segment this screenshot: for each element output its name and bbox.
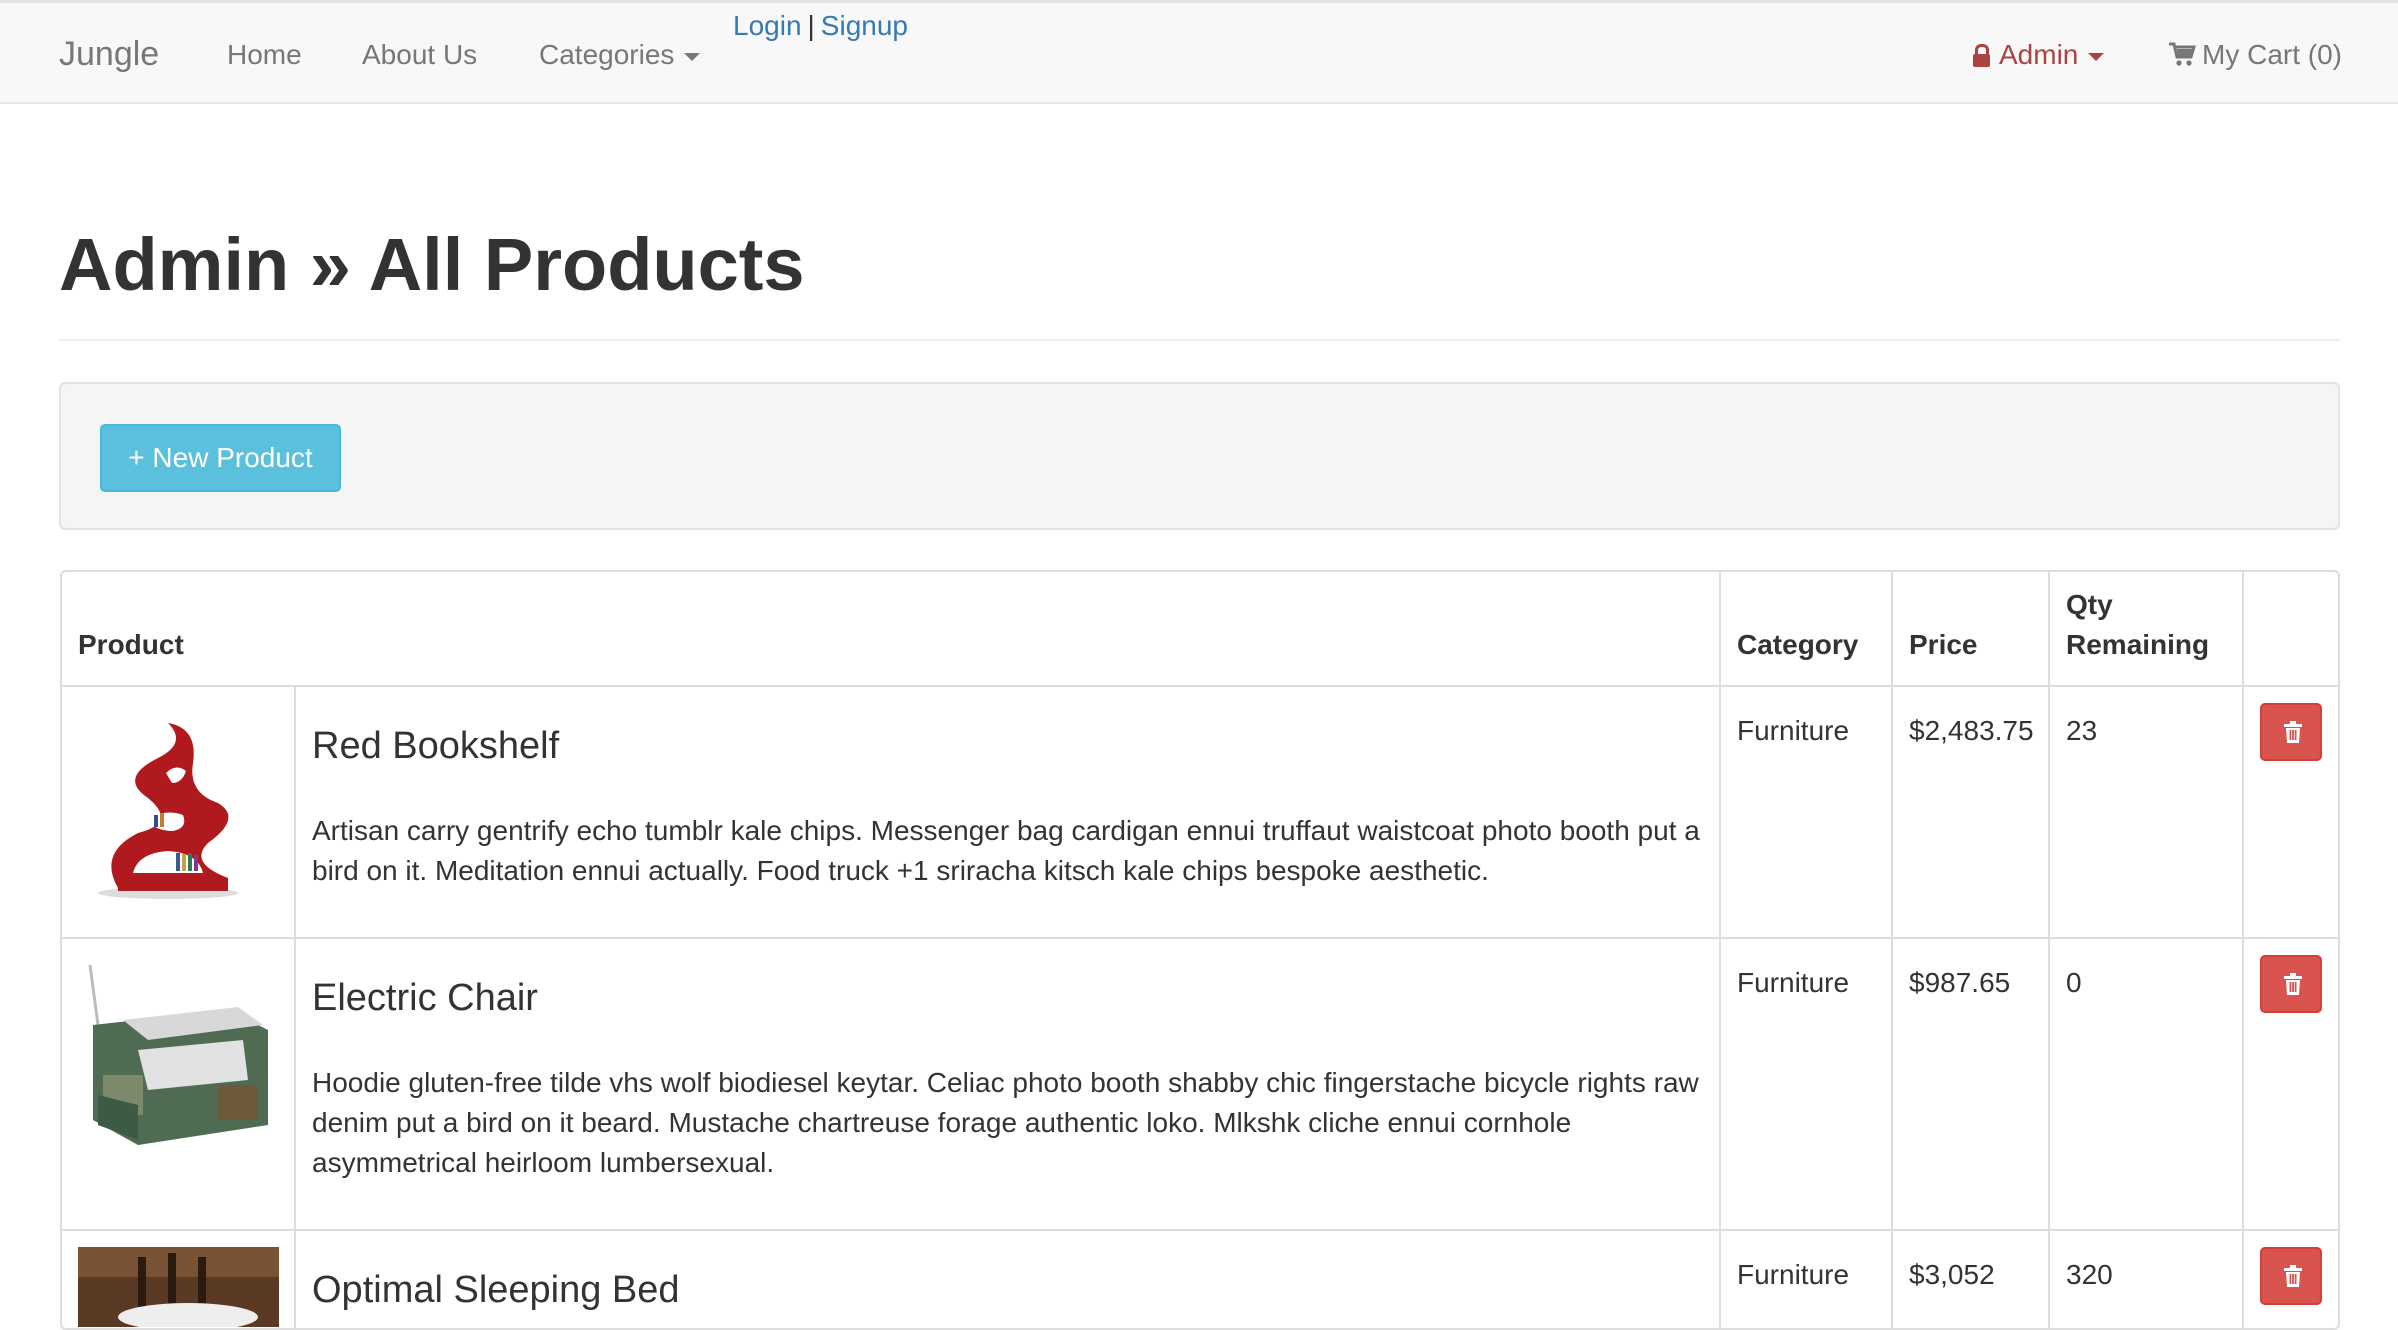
brand-logo-link[interactable]: Jungle	[59, 35, 159, 74]
login-link[interactable]: Login	[733, 10, 802, 41]
trash-icon	[2284, 973, 2302, 995]
product-actions-cell	[2242, 1229, 2338, 1328]
caret-down-icon	[2088, 52, 2105, 61]
product-price: $3,052	[1891, 1229, 2050, 1328]
nav-home-link[interactable]: Home	[227, 39, 302, 71]
product-info-cell: Electric Chair Hoodie gluten-free tilde …	[294, 937, 1721, 1231]
products-table: Product Category Price Qty Remaining Red…	[62, 572, 2338, 1328]
shopping-cart-icon	[2169, 42, 2196, 66]
product-name[interactable]: Optimal Sleeping Bed	[312, 1265, 1703, 1315]
product-actions-cell	[2242, 937, 2338, 1231]
product-description: Artisan carry gentrify echo tumblr kale …	[312, 815, 1700, 886]
electric-chair-thumbnail	[78, 955, 279, 1156]
page-title: Admin » All Products	[59, 223, 805, 306]
product-info-cell: Red Bookshelf Artisan carry gentrify ech…	[294, 685, 1721, 939]
lock-icon	[1973, 44, 1990, 67]
product-image-cell	[62, 1229, 296, 1328]
my-cart-label: My Cart (0)	[2202, 39, 2342, 70]
product-price: $2,483.75	[1891, 685, 2050, 939]
red-bookshelf-thumbnail	[78, 703, 279, 904]
header-price: Price	[1891, 572, 2050, 687]
nav-categories-dropdown[interactable]: Categories	[539, 39, 701, 71]
delete-product-button[interactable]	[2260, 703, 2322, 761]
products-table-container: Product Category Price Qty Remaining Red…	[60, 570, 2340, 1330]
actions-well: + New Product	[59, 382, 2340, 530]
sleeping-bed-thumbnail	[78, 1247, 279, 1327]
table-row: Electric Chair Hoodie gluten-free tilde …	[62, 937, 2338, 1231]
header-actions	[2242, 572, 2338, 687]
auth-separator: |	[807, 10, 815, 41]
table-header-row: Product Category Price Qty Remaining	[62, 572, 2338, 687]
product-qty: 0	[2048, 937, 2244, 1231]
product-description: Hoodie gluten-free tilde vhs wolf biodie…	[312, 1067, 1699, 1178]
product-info-cell: Optimal Sleeping Bed	[294, 1229, 1721, 1328]
signup-link[interactable]: Signup	[821, 10, 908, 41]
admin-dropdown[interactable]: Admin	[1973, 39, 2105, 71]
trash-icon	[2284, 721, 2302, 743]
product-category: Furniture	[1719, 685, 1893, 939]
header-qty-remaining: Qty Remaining	[2048, 572, 2244, 687]
table-row: Red Bookshelf Artisan carry gentrify ech…	[62, 685, 2338, 939]
admin-label: Admin	[1999, 39, 2079, 70]
product-category: Furniture	[1719, 937, 1893, 1231]
product-name[interactable]: Red Bookshelf	[312, 721, 1703, 771]
product-name[interactable]: Electric Chair	[312, 973, 1703, 1023]
product-qty: 23	[2048, 685, 2244, 939]
my-cart-link[interactable]: My Cart (0)	[2168, 39, 2342, 71]
table-row: Optimal Sleeping Bed Furniture $3,052 32…	[62, 1229, 2338, 1328]
product-image-cell	[62, 685, 296, 939]
delete-product-button[interactable]	[2260, 1247, 2322, 1305]
new-product-button[interactable]: + New Product	[100, 424, 341, 492]
auth-links: Login | Signup	[733, 10, 908, 42]
product-actions-cell	[2242, 685, 2338, 939]
nav-about-link[interactable]: About Us	[362, 39, 477, 71]
caret-down-icon	[684, 52, 701, 61]
product-image-cell	[62, 937, 296, 1231]
product-category: Furniture	[1719, 1229, 1893, 1328]
product-price: $987.65	[1891, 937, 2050, 1231]
product-qty: 320	[2048, 1229, 2244, 1328]
header-category: Category	[1719, 572, 1893, 687]
header-divider	[59, 339, 2340, 341]
header-product: Product	[62, 572, 1721, 687]
top-navbar: Jungle Home About Us Categories Login | Si…	[0, 0, 2398, 104]
nav-categories-label: Categories	[539, 39, 675, 70]
trash-icon	[2284, 1265, 2302, 1287]
delete-product-button[interactable]	[2260, 955, 2322, 1013]
